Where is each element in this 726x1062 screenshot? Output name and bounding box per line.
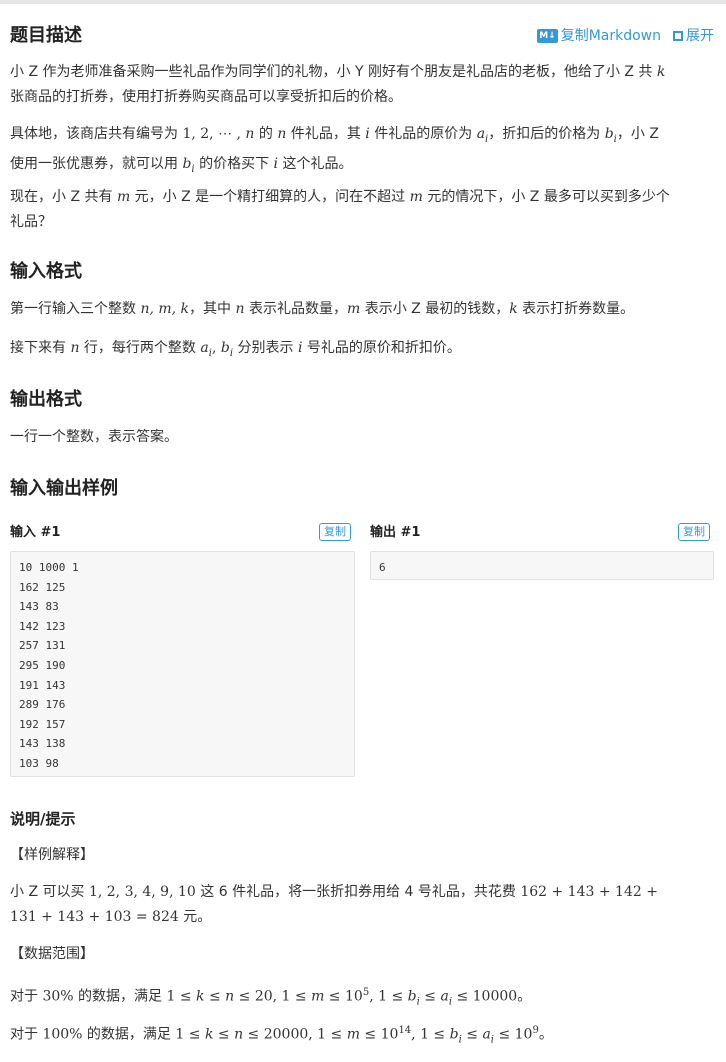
desc-paragraph-3: 现在，小 Z 共有 m 元，小 Z 是一个精打细算的人，问在不超过 m 元的情况…	[10, 189, 670, 230]
sample-input-box: 10 1000 1 162 125 143 83 142 123 257 131…	[10, 551, 355, 777]
sample-input-text: 10 1000 1 162 125 143 83 142 123 257 131…	[19, 561, 79, 770]
copy-markdown-button[interactable]: 复制Markdown	[561, 28, 661, 44]
desc-paragraph-1: 小 Z 作为老师准备采购一些礼品作为同学们的礼物，小 Y 刚好有个朋友是礼品店的…	[10, 64, 666, 105]
output-paragraph: 一行一个整数，表示答案。	[10, 429, 178, 445]
sample-output-box: 6	[370, 551, 714, 580]
output-format-title: 输出格式	[10, 389, 82, 410]
sample-output-text: 6	[379, 561, 386, 574]
data-range-tag: 【数据范围】	[10, 946, 94, 962]
copy-output-button[interactable]: 复制	[678, 523, 710, 541]
desc-paragraph-2: 具体地，该商店共有编号为 1, 2, ⋯ , n 的 n 件礼品，其 i 件礼品…	[10, 126, 659, 175]
sample-input-label: 输入 #1	[10, 525, 61, 540]
expand-button[interactable]: 展开	[686, 28, 714, 44]
sample-explanation-tag: 【样例解释】	[10, 847, 94, 863]
top-divider	[0, 0, 726, 4]
problem-description-title: 题目描述	[10, 25, 82, 46]
copy-input-button[interactable]: 复制	[319, 523, 351, 541]
hint-title: 说明/提示	[10, 810, 76, 828]
markdown-icon: M↓	[537, 29, 558, 43]
input-format-title: 输入格式	[10, 261, 82, 282]
input-paragraph-1: 第一行输入三个整数 n, m, k，其中 n 表示礼品数量，m 表示小 Z 最初…	[10, 301, 635, 317]
data-range-30: 对于 30% 的数据，满足 1 ≤ k ≤ n ≤ 20, 1 ≤ m ≤ 10…	[10, 987, 532, 1008]
sample-output-label: 输出 #1	[370, 525, 421, 540]
header-tools: M↓ 复制Markdown 展开	[537, 26, 714, 46]
samples-title: 输入输出样例	[10, 478, 118, 499]
expand-icon	[673, 31, 683, 41]
input-paragraph-2: 接下来有 n 行，每行两个整数 ai, bi 分别表示 i 号礼品的原价和折扣价…	[10, 340, 461, 359]
sample-explanation: 小 Z 可以买 1, 2, 3, 4, 9, 10 这 6 件礼品，将一张折扣券…	[10, 884, 658, 925]
data-range-100: 对于 100% 的数据，满足 1 ≤ k ≤ n ≤ 20000, 1 ≤ m …	[10, 1025, 553, 1046]
